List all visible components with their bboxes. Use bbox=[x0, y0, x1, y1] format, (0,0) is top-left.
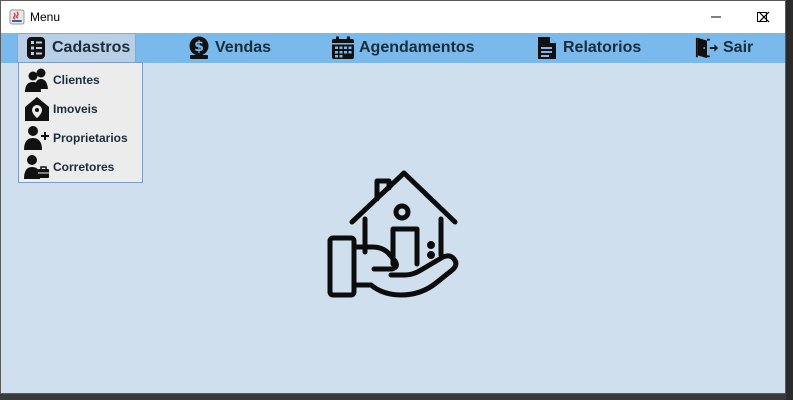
menu-vendas[interactable]: $ Vendas bbox=[187, 33, 271, 63]
dropdown-item-imoveis[interactable]: Imoveis bbox=[19, 94, 142, 123]
menu-sair[interactable]: Sair bbox=[695, 33, 753, 63]
calendar-icon bbox=[331, 36, 355, 60]
svg-text:$: $ bbox=[194, 39, 204, 55]
menu-label: Relatorios bbox=[563, 39, 642, 56]
dropdown-item-corretores[interactable]: Corretores bbox=[19, 152, 142, 181]
menu-label: Sair bbox=[723, 39, 754, 56]
user-add-icon bbox=[24, 126, 49, 150]
dropdown-item-clientes[interactable]: Clientes bbox=[19, 65, 142, 94]
cadastros-dropdown: Clientes Imoveis Proprietarios Corretore… bbox=[18, 62, 143, 183]
exit-door-icon bbox=[695, 36, 719, 60]
dropdown-item-label: Clientes bbox=[53, 73, 100, 87]
app-window: Menu Cadastros $ Vendas Agendamentos Rel… bbox=[0, 0, 786, 394]
title-bar[interactable]: Menu bbox=[1, 1, 785, 33]
users-icon bbox=[25, 68, 48, 92]
close-icon bbox=[758, 11, 770, 23]
close-button[interactable] bbox=[741, 1, 787, 33]
document-icon bbox=[535, 36, 559, 60]
dropdown-item-label: Corretores bbox=[53, 160, 115, 174]
menu-label: Vendas bbox=[215, 39, 272, 56]
menu-label: Agendamentos bbox=[359, 39, 475, 56]
menu-label: Cadastros bbox=[52, 39, 131, 56]
minimize-icon bbox=[711, 16, 721, 18]
window-title: Menu bbox=[30, 10, 61, 24]
dollar-icon: $ bbox=[187, 36, 211, 60]
dropdown-item-label: Imoveis bbox=[53, 102, 98, 116]
list-icon bbox=[24, 36, 48, 60]
menu-agendamentos[interactable]: Agendamentos bbox=[331, 33, 475, 63]
menu-bar: Cadastros $ Vendas Agendamentos Relatori… bbox=[1, 33, 785, 63]
user-briefcase-icon bbox=[24, 155, 49, 179]
house-in-hand-icon bbox=[327, 170, 459, 298]
minimize-button[interactable] bbox=[693, 1, 739, 33]
menu-relatorios[interactable]: Relatorios bbox=[535, 33, 641, 63]
dropdown-item-label: Proprietarios bbox=[53, 131, 128, 145]
house-pin-icon bbox=[25, 97, 49, 121]
menu-cadastros[interactable]: Cadastros bbox=[17, 33, 136, 63]
dropdown-item-proprietarios[interactable]: Proprietarios bbox=[19, 123, 142, 152]
java-app-icon bbox=[9, 9, 25, 25]
desktop-edge bbox=[786, 0, 793, 400]
